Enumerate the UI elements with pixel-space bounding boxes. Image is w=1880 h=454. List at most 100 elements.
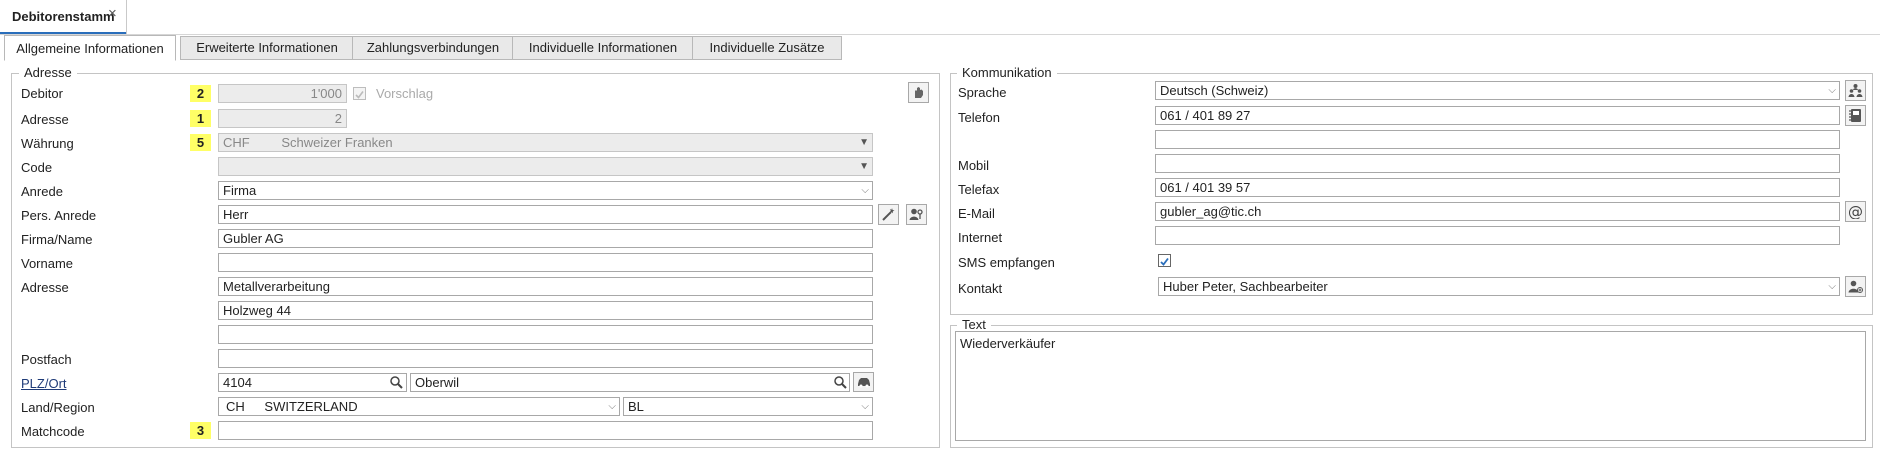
mobil-label: Mobil: [958, 158, 990, 173]
adresse-nr-badge: 1: [190, 110, 211, 127]
sms-label: SMS empfangen: [958, 255, 1055, 270]
adresse-line1-field[interactable]: Metallverarbeitung: [218, 277, 873, 296]
telefax-field[interactable]: 061 / 401 39 57: [1155, 178, 1840, 197]
dropdown-arrow-icon: ▼: [859, 161, 869, 172]
sprache-value: Deutsch (Schweiz): [1160, 83, 1269, 98]
kontakt-value: Huber Peter, Sachbearbeiter: [1163, 279, 1328, 294]
route-button[interactable]: [853, 372, 874, 392]
region-select[interactable]: BL ⌵: [623, 397, 873, 416]
kontakt-label: Kontakt: [958, 281, 1003, 296]
matchcode-field[interactable]: [218, 421, 873, 440]
firma-label: Firma/Name: [21, 232, 93, 247]
internet-field[interactable]: [1155, 226, 1840, 245]
debitor-field[interactable]: 1'000: [218, 84, 347, 103]
adresse-nr-label: Adresse: [21, 112, 69, 127]
land-code: CH: [226, 399, 245, 414]
sms-checkbox[interactable]: [1158, 254, 1171, 267]
check-icon: [1160, 257, 1169, 266]
plz-field[interactable]: 4104: [218, 373, 407, 392]
ort-search-button[interactable]: [831, 373, 850, 392]
sprache-select[interactable]: Deutsch (Schweiz) ⌵: [1155, 81, 1840, 100]
divider: [0, 34, 1880, 35]
vorname-label: Vorname: [21, 256, 74, 271]
postfach-field[interactable]: [218, 349, 873, 368]
waehrung-label: Währung: [21, 136, 74, 151]
telefon-field[interactable]: 061 / 401 89 27: [1155, 106, 1840, 125]
text-area[interactable]: Wiederverkäufer: [955, 331, 1866, 441]
land-select[interactable]: CH SWITZERLAND ⌵: [218, 397, 620, 416]
matchcode-label: Matchcode: [21, 424, 85, 439]
pers-anrede-field[interactable]: Herr: [218, 205, 873, 224]
tab-individuelle-zusaetze[interactable]: Individuelle Zusätze: [692, 36, 842, 60]
search-icon: [834, 376, 847, 389]
internet-label: Internet: [958, 230, 1003, 245]
pers-anrede-label: Pers. Anrede: [21, 208, 97, 223]
tab-zahlungsverbindungen[interactable]: Zahlungsverbindungen: [352, 36, 514, 60]
waehrung-select[interactable]: CHF Schweizer Franken ▼: [218, 133, 873, 152]
hand-icon: [915, 87, 923, 98]
debitor-badge: 2: [190, 85, 211, 102]
adresse-line3-field[interactable]: [218, 325, 873, 344]
people-icon: [1848, 84, 1863, 97]
chevron-down-icon: ⌵: [1828, 281, 1836, 292]
tab-allgemeine-informationen[interactable]: Allgemeine Informationen: [4, 35, 176, 61]
sprache-action-button[interactable]: [1845, 80, 1866, 101]
document-tab-title: Debitorenstamm: [12, 9, 115, 24]
plz-search-button[interactable]: [387, 373, 406, 392]
chevron-down-icon: ⌵: [861, 401, 869, 412]
plz-ort-link[interactable]: PLZ/Ort: [21, 376, 67, 391]
chevron-down-icon: ⌵: [608, 401, 616, 412]
kommunikation-legend: Kommunikation: [957, 65, 1057, 80]
ort-field[interactable]: Oberwil: [410, 373, 850, 392]
mobil-field[interactable]: [1155, 154, 1840, 173]
vorschlag-checkbox[interactable]: [353, 87, 366, 100]
email-field[interactable]: gubler_ag@tic.ch: [1155, 202, 1840, 221]
anrede-label: Anrede: [21, 184, 63, 199]
firma-field[interactable]: Gubler AG: [218, 229, 873, 248]
postfach-label: Postfach: [21, 352, 72, 367]
vorname-field[interactable]: [218, 253, 873, 272]
matchcode-badge: 3: [190, 422, 211, 439]
close-icon[interactable]: ×: [108, 5, 117, 22]
kontakt-add-button[interactable]: [1845, 276, 1866, 297]
person-key-button[interactable]: [906, 204, 927, 225]
debitor-label: Debitor: [21, 86, 63, 101]
code-label: Code: [21, 160, 53, 175]
telefon2-field[interactable]: [1155, 130, 1840, 149]
text-legend: Text: [957, 317, 991, 332]
car-icon: [858, 378, 870, 388]
svg-text:@: @: [1848, 204, 1863, 219]
tab-erweiterte-informationen[interactable]: Erweiterte Informationen: [180, 36, 354, 60]
waehrung-name: Schweizer Franken: [281, 135, 393, 150]
chevron-down-icon: ⌵: [861, 185, 869, 196]
phone-book-icon: [1849, 109, 1861, 122]
land-name: SWITZERLAND: [264, 399, 358, 414]
search-icon: [390, 376, 403, 389]
adresse-line2-field[interactable]: Holzweg 44: [218, 301, 873, 320]
sprache-label: Sprache: [958, 85, 1007, 100]
adresse-legend: Adresse: [19, 65, 77, 80]
email-send-button[interactable]: @: [1845, 201, 1866, 222]
wand-icon: [882, 208, 895, 221]
kontakt-select[interactable]: Huber Peter, Sachbearbeiter ⌵: [1158, 277, 1840, 296]
vorschlag-label: Vorschlag: [376, 86, 434, 101]
check-icon: [355, 91, 364, 99]
anrede-select[interactable]: Firma ⌵: [218, 181, 873, 200]
region-value: BL: [628, 399, 644, 414]
telefon-action-button[interactable]: [1845, 105, 1866, 126]
adresse-lines-label: Adresse: [21, 280, 69, 295]
document-tab[interactable]: Debitorenstamm ×: [0, 0, 127, 35]
adresse-nr-field[interactable]: 2: [218, 109, 347, 128]
telefax-label: Telefax: [958, 182, 1000, 197]
chevron-down-icon: ⌵: [1828, 85, 1836, 96]
waehrung-code: CHF: [223, 135, 250, 150]
email-label: E-Mail: [958, 206, 995, 221]
anrede-value: Firma: [223, 183, 257, 198]
tab-individuelle-informationen[interactable]: Individuelle Informationen: [512, 36, 694, 60]
waehrung-badge: 5: [190, 134, 211, 151]
dropdown-arrow-icon: ▼: [859, 137, 869, 148]
code-select[interactable]: ▼: [218, 157, 873, 176]
at-icon: @: [1848, 204, 1863, 219]
debitor-action-button[interactable]: [908, 82, 929, 103]
pers-anrede-generate-button[interactable]: [878, 204, 899, 225]
